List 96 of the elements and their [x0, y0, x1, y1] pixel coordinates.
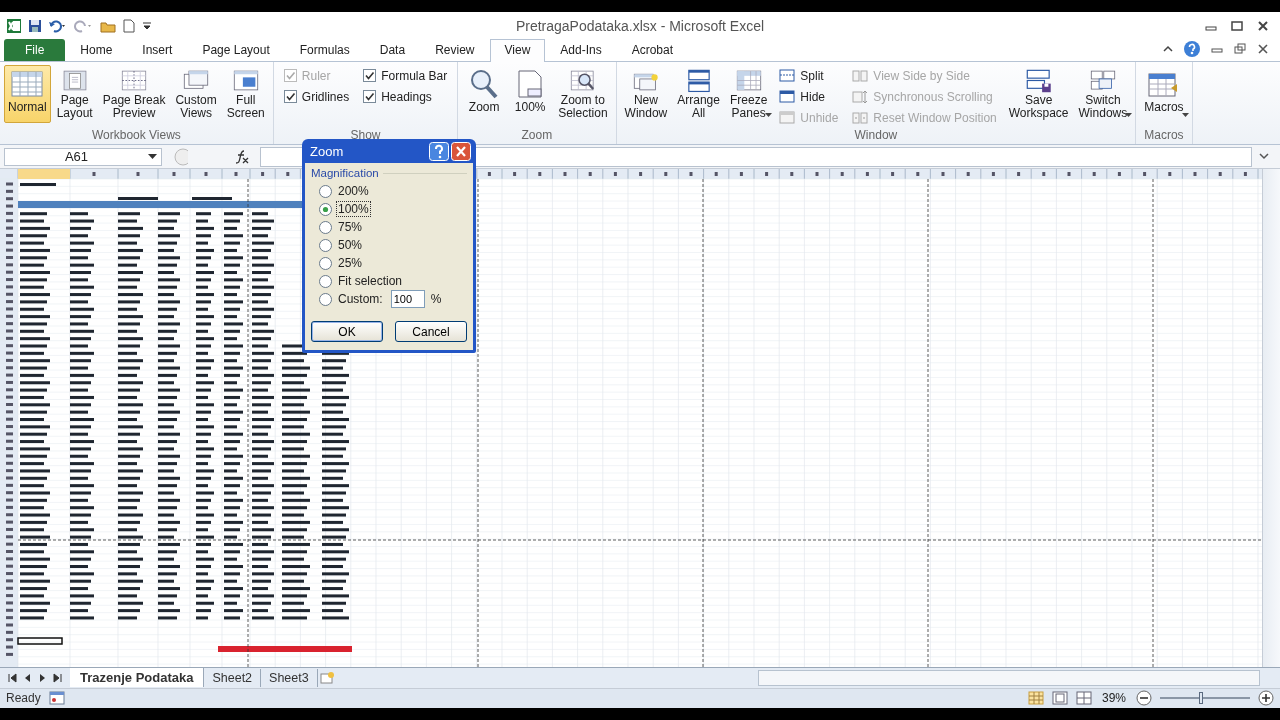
close-icon[interactable]: [1256, 19, 1270, 32]
ribbon-button[interactable]: Normal: [4, 65, 51, 124]
ribbon-button[interactable]: Hide: [779, 88, 839, 106]
radio-button[interactable]: [319, 256, 332, 270]
window-title: PretragaPodataka.xlsx - Microsoft Excel: [515, 17, 765, 34]
group-label: Magnification: [311, 167, 379, 179]
zoom-out-icon[interactable]: [1136, 690, 1152, 707]
radio-label[interactable]: 100%: [336, 201, 371, 217]
file-tab[interactable]: File: [4, 39, 66, 62]
horizontal-scrollbar[interactable]: [758, 670, 1260, 686]
radio-label[interactable]: 200%: [336, 183, 371, 199]
radio-label[interactable]: Fit selection: [336, 273, 405, 289]
close-icon[interactable]: [451, 141, 471, 161]
radio-button[interactable]: [319, 220, 332, 234]
ribbon-button[interactable]: Freeze Panes: [725, 65, 772, 124]
ribbon-tab[interactable]: Formulas: [284, 39, 365, 62]
radio-button[interactable]: [319, 184, 332, 198]
ribbon-button[interactable]: Switch Windows: [1074, 65, 1132, 124]
radio-button[interactable]: [319, 274, 332, 288]
radio-label[interactable]: Custom:: [336, 291, 385, 307]
radio-button[interactable]: [319, 202, 332, 216]
unit-label: %: [430, 292, 442, 306]
zoom-in-icon[interactable]: [1258, 690, 1274, 707]
window-icon: [779, 88, 796, 105]
checkbox[interactable]: [363, 69, 377, 83]
close-icon[interactable]: [1256, 43, 1270, 56]
checkbox-label[interactable]: Headings: [381, 89, 432, 104]
ribbon-button[interactable]: Page Break Preview: [98, 65, 170, 124]
function-icon[interactable]: [234, 149, 250, 164]
split-icon: [779, 67, 796, 84]
cancel-button[interactable]: Cancel: [395, 321, 467, 342]
ribbon-button[interactable]: Zoom: [462, 65, 507, 124]
dropdown-arrow-icon[interactable]: [148, 153, 157, 160]
help-icon[interactable]: [1183, 40, 1201, 59]
checkbox[interactable]: [283, 90, 297, 104]
dialog-title: Zoom: [309, 143, 345, 159]
record-macro-icon[interactable]: [48, 691, 65, 706]
ribbon-button[interactable]: New Window: [620, 65, 672, 124]
group-label: Zoom: [520, 128, 554, 145]
radio-button[interactable]: [319, 292, 332, 306]
sheet-tab[interactable]: Sheet2: [204, 669, 262, 687]
custom-zoom-field[interactable]: 100: [390, 290, 425, 308]
ribbon-tab[interactable]: Insert: [127, 39, 188, 62]
excel-logo-icon[interactable]: [6, 17, 22, 34]
handle-icon[interactable]: [174, 147, 188, 166]
checkbox-label[interactable]: Gridlines: [301, 89, 350, 104]
ribbon-tab[interactable]: Data: [364, 39, 421, 62]
ok-button[interactable]: OK: [311, 321, 383, 342]
help-icon[interactable]: [429, 141, 449, 161]
new-document-icon[interactable]: [122, 18, 136, 33]
ribbon-tab[interactable]: Acrobat: [616, 39, 688, 62]
ribbon-button[interactable]: Arrange All: [673, 65, 724, 124]
restore-icon[interactable]: [1233, 43, 1247, 56]
expand-icon[interactable]: [1258, 151, 1270, 162]
ribbon-button[interactable]: Zoom to Selection: [554, 65, 612, 124]
group-label: Show: [349, 128, 382, 145]
save-icon[interactable]: [28, 18, 42, 33]
name-box[interactable]: A61: [4, 147, 162, 166]
sheet-tab[interactable]: Trazenje Podataka: [70, 668, 205, 688]
windows-icon: [852, 109, 869, 126]
ribbon-button[interactable]: Custom Views: [171, 65, 221, 124]
ribbon-button[interactable]: Macros: [1140, 65, 1188, 124]
zoom-level[interactable]: 39%: [1101, 691, 1126, 706]
ribbon-button[interactable]: Save Workspace: [1004, 65, 1073, 124]
radio-label[interactable]: 50%: [336, 237, 365, 253]
ribbon-tab[interactable]: View: [489, 39, 546, 63]
ribbon-button[interactable]: Page Layout: [52, 65, 97, 124]
vertical-scrollbar[interactable]: [1262, 169, 1280, 668]
ribbon-button[interactable]: 100%: [508, 65, 553, 124]
checkbox-label[interactable]: Formula Bar: [381, 68, 448, 83]
insert-sheet-icon[interactable]: [317, 671, 336, 685]
radio-label[interactable]: 75%: [336, 219, 365, 235]
group-label: Window: [853, 128, 899, 145]
page-break-icon[interactable]: [1075, 691, 1092, 706]
worksheet-drawing[interactable]: [0, 169, 1262, 668]
ribbon-button[interactable]: Full Screen: [222, 65, 269, 124]
maximize-icon[interactable]: [1230, 19, 1244, 32]
ribbon-button[interactable]: Split: [779, 67, 839, 85]
radio-button[interactable]: [319, 238, 332, 252]
ribbon-tab[interactable]: Add-Ins: [545, 39, 617, 62]
page-layout-icon[interactable]: [1051, 691, 1068, 706]
ribbon-tab[interactable]: Home: [65, 39, 128, 62]
sheet-tab[interactable]: Sheet3: [261, 669, 318, 687]
window-icon: [779, 109, 796, 126]
ribbon-tab[interactable]: Page Layout: [187, 39, 285, 62]
group-label: Macros: [1143, 128, 1185, 145]
scroll-arrows-icon: [852, 88, 869, 105]
zoom-slider-thumb[interactable]: [1198, 692, 1203, 705]
side-by-side-icon: [852, 67, 869, 84]
undo-icon[interactable]: [48, 18, 68, 33]
redo-icon[interactable]: [74, 18, 94, 33]
radio-label[interactable]: 25%: [336, 255, 365, 271]
group-label: Workbook Views: [90, 128, 182, 145]
status-text: Ready: [6, 691, 41, 706]
checkbox[interactable]: [363, 90, 377, 104]
ribbon-tab[interactable]: Review: [420, 39, 490, 62]
